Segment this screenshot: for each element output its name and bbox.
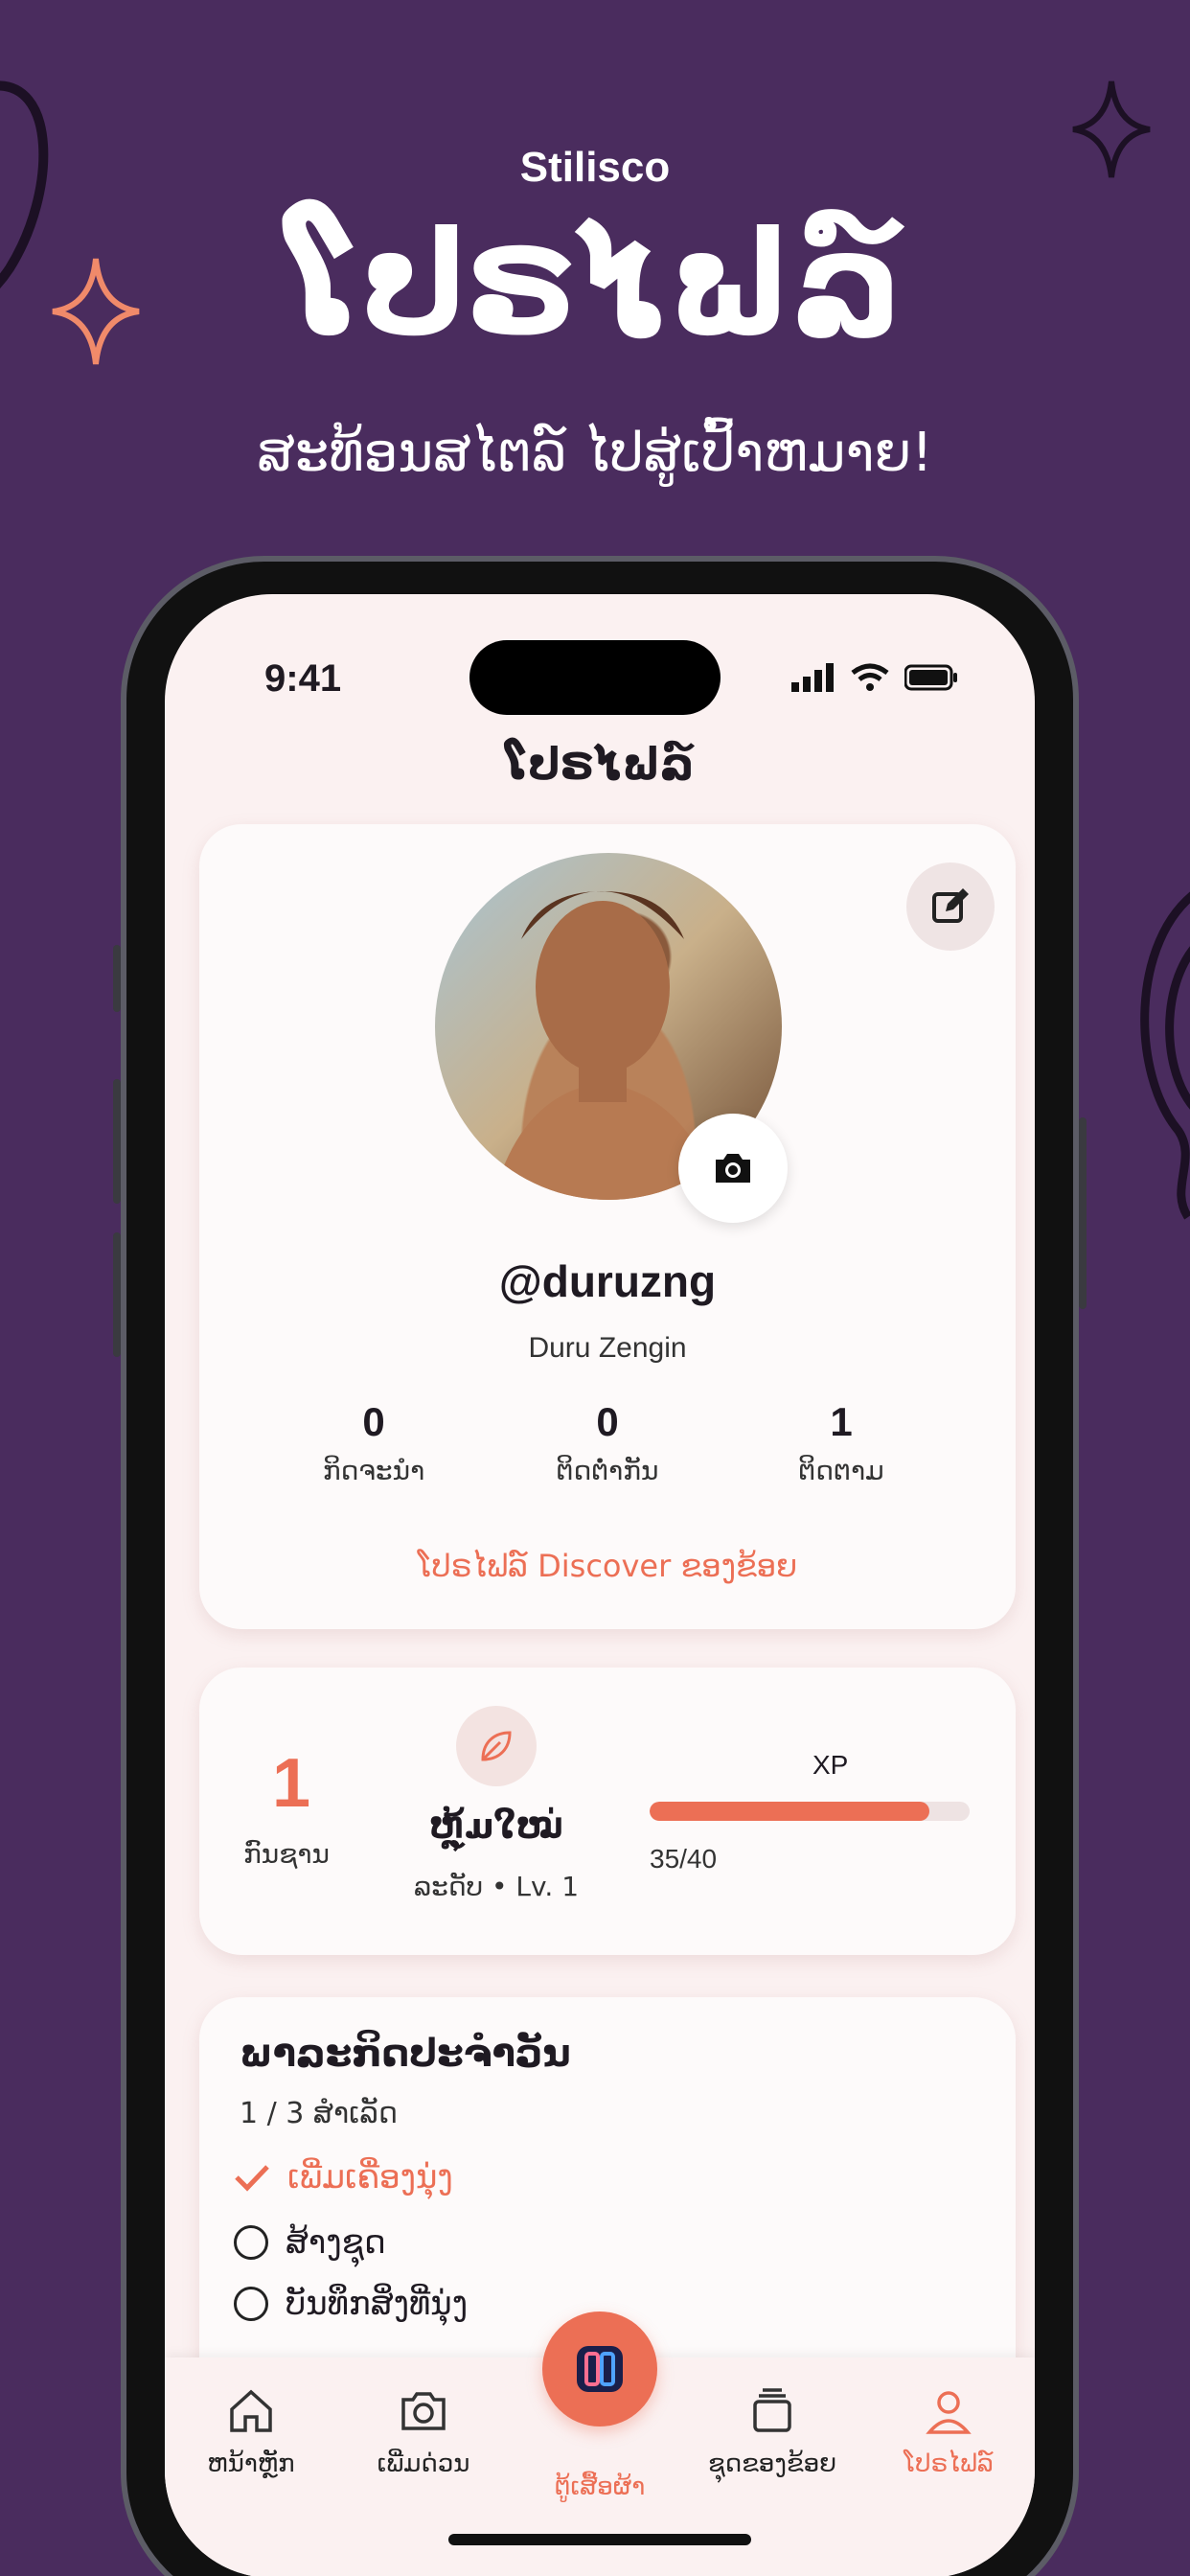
- change-photo-button[interactable]: [678, 1114, 788, 1223]
- profile-full-name: Duru Zengin: [528, 1332, 687, 1364]
- tab-label: ຊຸດຂອງຂ້ອຍ: [707, 2450, 837, 2478]
- task-checkbox[interactable]: [234, 2225, 268, 2260]
- tab-label: ຕູ້ເສື້ອຜ້າ: [554, 2472, 646, 2501]
- tasks-title: ພາລະກິດປະຈຳວັນ: [240, 2032, 571, 2076]
- task-item[interactable]: ສ້າງຊຸດ: [234, 2223, 386, 2262]
- camera-icon: [401, 2392, 446, 2430]
- stat-value: 0: [362, 1399, 385, 1444]
- signal-icon: [791, 663, 834, 692]
- task-label: ສ້າງຊຸດ: [286, 2223, 386, 2262]
- task-item[interactable]: ເພີ່ມເຄື່ອງນຸ່ງ: [234, 2158, 453, 2196]
- page-title: ໂປຣໄຟລ໌: [505, 738, 695, 790]
- tab-label: ໂປຣໄຟລ໌: [904, 2450, 994, 2478]
- tasks-progress: 1 / 3 ສຳເລັດ: [240, 2097, 398, 2130]
- swirl-decoration: [1140, 891, 1190, 1220]
- tab-profile[interactable]: ໂປຣໄຟລ໌: [862, 2386, 1035, 2478]
- stat-label: ຕິດຕາມ: [798, 1455, 884, 1486]
- outfits-icon: [753, 2388, 791, 2432]
- stat-streak[interactable]: 0 ຕິດຕໍ່າກັນ: [502, 1399, 713, 1486]
- brand-name: Stilisco: [519, 144, 671, 191]
- stat-value: 1: [830, 1399, 853, 1444]
- rank-name: ຫຼຸ້ມໃໝ່: [429, 1807, 563, 1847]
- profile-card: @duruzng Duru Zengin 0 ກິດຈະນຳ 0 ຕິດຕໍ່າ…: [199, 824, 1016, 1629]
- rank-subtitle: ລະດັບ • Lv. 1: [413, 1871, 580, 1902]
- battery-icon: [904, 664, 957, 691]
- tab-quick-add[interactable]: ເພີ່ມດ່ວນ: [337, 2386, 510, 2478]
- xp-progress-fill: [650, 1802, 930, 1821]
- stat-activities[interactable]: 0 ກິດຈະນຳ: [268, 1399, 479, 1486]
- task-label: ບັນທຶກສິ່ງທີ່ນຸ່ງ: [286, 2285, 469, 2323]
- task-label: ເພີ່ມເຄື່ອງນຸ່ງ: [287, 2158, 453, 2196]
- edit-icon: [932, 888, 969, 923]
- app-screen: 9:41 ໂປຣໄຟລ໌ @duruzng Duru Zengin 0 ກິດຈ…: [165, 594, 1035, 2576]
- wardrobe-icon: [577, 2346, 623, 2392]
- profile-stats: 0 ກິດຈະນຳ 0 ຕິດຕໍ່າກັນ 1 ຕິດຕາມ: [199, 1399, 1016, 1486]
- camera-icon: [716, 1154, 750, 1183]
- promo-title: ໂປຣໄຟລ໌: [287, 201, 903, 368]
- discover-profile-link[interactable]: ໂປຣໄຟລ໌ Discover ຂອງຂ້ອຍ: [199, 1548, 1016, 1584]
- status-icons: [791, 663, 958, 692]
- xp-progress-bar: [650, 1802, 970, 1821]
- stat-following[interactable]: 1 ຕິດຕາມ: [736, 1399, 947, 1486]
- tab-label: ເພີ່ມດ່ວນ: [377, 2450, 470, 2478]
- wardrobe-center-button[interactable]: [542, 2312, 657, 2426]
- user-icon: [926, 2391, 972, 2434]
- xp-label: XP: [812, 1750, 849, 1780]
- xp-count: 35/40: [650, 1844, 718, 1874]
- home-indicator: [448, 2534, 751, 2545]
- task-item[interactable]: ບັນທຶກສິ່ງທີ່ນຸ່ງ: [234, 2285, 468, 2323]
- dynamic-island: [469, 640, 721, 715]
- stat-label: ຕິດຕໍ່າກັນ: [556, 1455, 659, 1486]
- rank-badge: [456, 1706, 537, 1786]
- status-time: 9:41: [264, 657, 342, 700]
- leaf-icon: [481, 1731, 512, 1761]
- edit-profile-button[interactable]: [906, 862, 995, 951]
- stat-value: 0: [596, 1399, 619, 1444]
- level-number-label: ກົນຊານ: [243, 1838, 330, 1870]
- tab-label: ຫນ້າຫຼັກ: [207, 2450, 295, 2478]
- task-checkbox[interactable]: [234, 2287, 268, 2321]
- phone-frame: 9:41 ໂປຣໄຟລ໌ @duruzng Duru Zengin 0 ກິດຈ…: [113, 556, 1087, 2576]
- tab-my-outfits[interactable]: ຊຸດຂອງຂ້ອຍ: [686, 2386, 858, 2478]
- wifi-icon: [851, 663, 889, 691]
- stat-label: ກິດຈະນຳ: [322, 1455, 425, 1486]
- level-card: 1 ກົນຊານ ຫຼຸ້ມໃໝ່ ລະດັບ • Lv. 1 XP 35/40: [199, 1668, 1016, 1955]
- home-icon: [230, 2389, 272, 2432]
- profile-handle: @duruzng: [498, 1256, 717, 1306]
- check-icon: [235, 2165, 269, 2192]
- tab-home[interactable]: ຫນ້າຫຼັກ: [165, 2386, 337, 2478]
- promo-subtitle: ສະທ້ອນສໄຕລ໌ ໄປສູ່ເປົ້າຫມາຍ!: [257, 422, 933, 484]
- level-number: 1: [272, 1745, 311, 1822]
